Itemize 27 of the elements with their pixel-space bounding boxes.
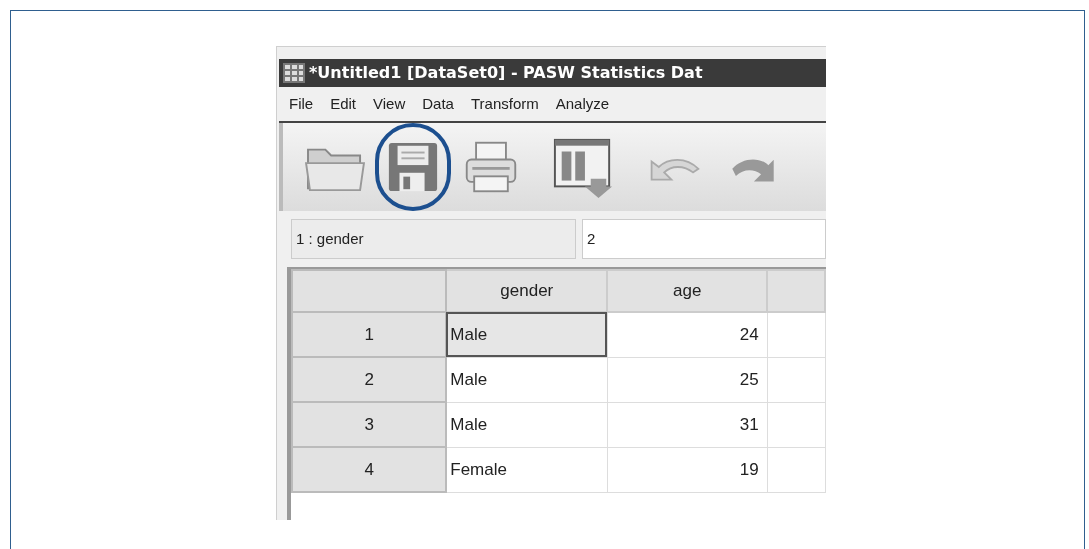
column-header[interactable]: age xyxy=(607,270,768,312)
row-header[interactable]: 1 xyxy=(292,312,447,357)
cell-name-box: 1 : gender xyxy=(291,219,576,259)
printer-icon[interactable] xyxy=(463,139,519,195)
row-header[interactable]: 3 xyxy=(292,402,447,447)
table-cell[interactable]: Female xyxy=(446,447,608,492)
table-cell[interactable]: 24 xyxy=(607,312,768,357)
menu-item[interactable]: Edit xyxy=(330,92,357,116)
data-view-icon[interactable] xyxy=(552,136,614,198)
table-cell[interactable]: Male xyxy=(446,402,608,447)
menu-item[interactable]: File xyxy=(289,92,314,116)
row-header[interactable]: 2 xyxy=(292,357,447,402)
table-cell[interactable]: 31 xyxy=(607,402,768,447)
menu-item[interactable]: Data xyxy=(422,92,454,116)
grid-icon xyxy=(283,63,305,83)
table-cell[interactable]: Male xyxy=(446,312,608,357)
menu-item[interactable]: Transform xyxy=(470,92,539,116)
menu-item[interactable]: Analyze xyxy=(555,92,610,116)
table-cell[interactable]: Male xyxy=(446,357,608,402)
row-header[interactable]: 4 xyxy=(292,447,447,492)
cell-value-field[interactable]: 2 xyxy=(582,219,826,259)
column-header[interactable]: gender xyxy=(446,270,608,312)
table-cell[interactable]: 19 xyxy=(607,447,768,492)
window-title: *Untitled1 [DataSet0] - PASW Statistics Dat xyxy=(309,62,703,84)
menu-item[interactable]: View xyxy=(373,92,406,116)
toolbar-button[interactable] xyxy=(375,123,451,211)
table-cell[interactable]: 25 xyxy=(607,357,768,402)
